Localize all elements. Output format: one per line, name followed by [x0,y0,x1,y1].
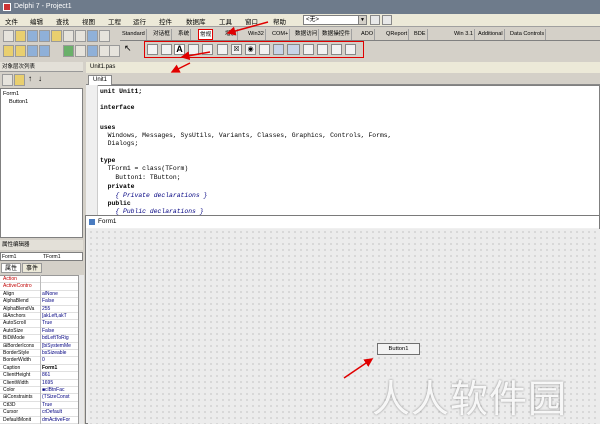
arrow-to-general-tab [226,21,269,36]
arrow-to-button-component [180,51,211,61]
arrow-to-button1 [343,358,374,379]
arrow-secondary [170,62,191,73]
annotation-arrows [170,21,374,379]
